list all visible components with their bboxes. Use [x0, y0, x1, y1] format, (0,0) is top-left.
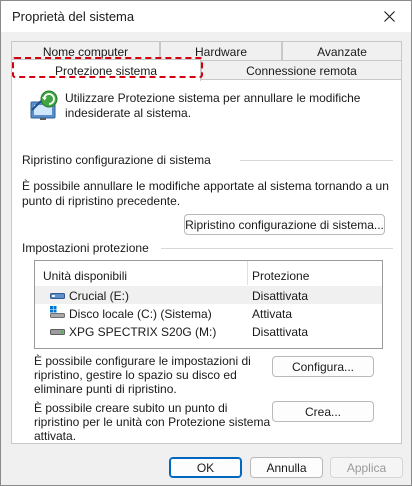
intro-text: Utilizzare Protezione sistema per annull… [65, 91, 361, 120]
configure-description: È possibile configurare le impostazioni … [34, 354, 251, 396]
column-header-protection[interactable]: Protezione [252, 269, 309, 283]
hard-drive-icon [50, 329, 65, 335]
tab-label: Nome computer [42, 44, 129, 59]
system-properties-dialog: Proprietà del sistema Nome computer Hard… [0, 0, 412, 486]
drive-name: XPG SPECTRIX S20G (M:) [69, 325, 217, 339]
button-label: OK [196, 460, 215, 475]
tab-label: Connessione remota [246, 63, 357, 78]
tab-nome-computer[interactable]: Nome computer [11, 41, 160, 61]
table-row[interactable]: Crucial (E:) Disattivata [35, 286, 382, 304]
section-divider [240, 160, 393, 161]
tab-label: Hardware [194, 44, 248, 59]
protection-section-title: Impostazioni protezione [22, 241, 149, 255]
title-bar: Proprietà del sistema [1, 1, 411, 32]
section-divider [161, 248, 393, 249]
configure-button[interactable]: Configura... [272, 356, 374, 377]
tab-protezione-sistema[interactable]: Protezione sistema [11, 59, 201, 81]
drive-protection-status: Disattivata [252, 289, 309, 303]
table-row[interactable]: XPG SPECTRIX S20G (M:) Disattivata [35, 322, 382, 340]
drive-protection-status: Attivata [252, 307, 293, 321]
close-icon [383, 11, 395, 22]
drive-name: Disco locale (C:) (Sistema) [69, 307, 212, 321]
close-button[interactable] [367, 1, 411, 32]
button-label: Applica [346, 460, 387, 475]
ok-button[interactable]: OK [169, 457, 242, 478]
button-label: Annulla [266, 460, 307, 475]
tab-label: Protezione sistema [54, 63, 158, 78]
button-label: Ripristino configurazione di sistema... [185, 217, 384, 232]
tab-panel: Utilizzare Protezione sistema per annull… [11, 79, 402, 444]
restore-description: È possibile annullare le modifiche appor… [22, 179, 389, 208]
create-button[interactable]: Crea... [272, 401, 374, 422]
tab-hardware[interactable]: Hardware [160, 41, 282, 61]
create-description: È possibile creare subito un punto di ri… [34, 401, 271, 443]
button-label: Crea... [304, 404, 341, 419]
usb-drive-icon [50, 293, 65, 299]
button-label: Configura... [291, 359, 355, 374]
system-restore-button[interactable]: Ripristino configurazione di sistema... [184, 214, 385, 235]
column-separator [247, 261, 248, 285]
column-header-drives[interactable]: Unità disponibili [43, 269, 127, 283]
drive-protection-status: Disattivata [252, 325, 309, 339]
system-protection-icon [30, 90, 58, 120]
restore-section-title: Ripristino configurazione di sistema [22, 153, 211, 167]
tab-label: Avanzate [317, 44, 367, 59]
tab-avanzate[interactable]: Avanzate [282, 41, 402, 61]
cancel-button[interactable]: Annulla [250, 457, 323, 478]
drive-name: Crucial (E:) [69, 289, 130, 303]
table-row[interactable]: Disco locale (C:) (Sistema) Attivata [35, 304, 382, 322]
apply-button[interactable]: Applica [330, 457, 403, 478]
window-title: Proprietà del sistema [12, 9, 135, 24]
drives-table: Unità disponibili Protezione Crucial (E:… [34, 260, 383, 349]
tab-connessione-remota[interactable]: Connessione remota [201, 60, 402, 80]
system-drive-icon [50, 306, 65, 318]
